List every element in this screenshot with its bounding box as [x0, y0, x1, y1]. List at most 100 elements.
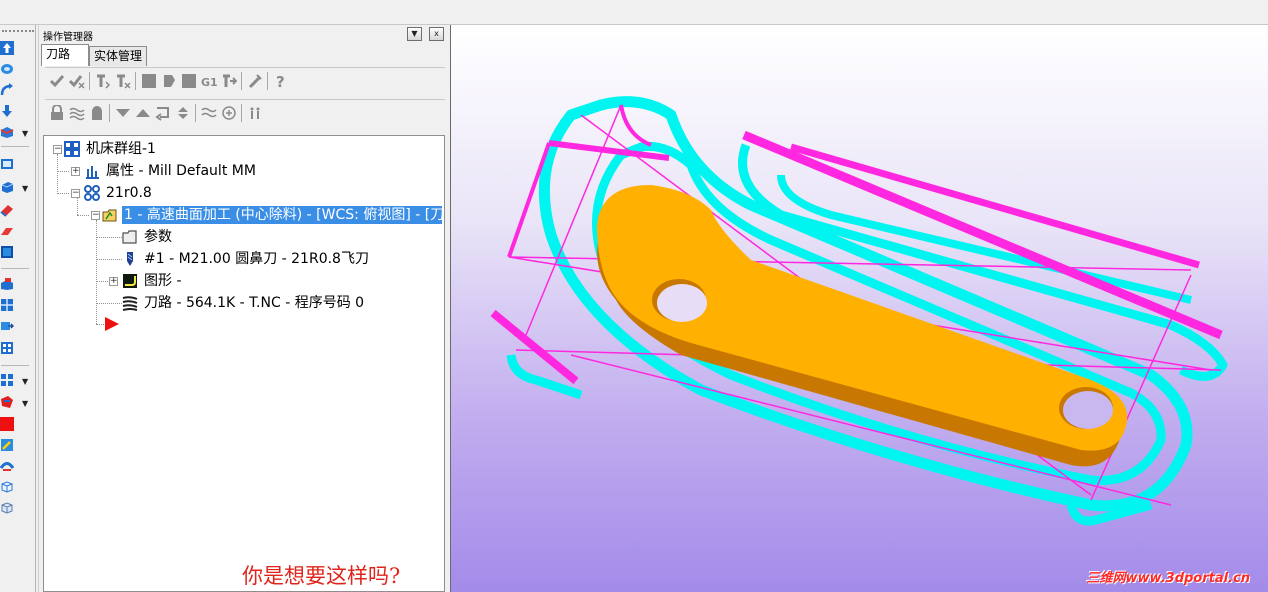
move-view-icon[interactable]	[0, 319, 14, 333]
solid-shape-icon[interactable]	[0, 125, 14, 139]
cube-view-icon[interactable]	[0, 180, 14, 194]
move-down-icon[interactable]	[115, 105, 131, 121]
dropdown-arrow-icon[interactable]: ▼	[22, 184, 28, 193]
expand-icon[interactable]	[175, 105, 191, 121]
tree-item-geometry[interactable]: 图形 -	[144, 272, 182, 290]
tree-connector	[77, 215, 89, 216]
tree-connector	[57, 171, 69, 172]
red-shape-icon[interactable]	[0, 395, 14, 409]
toolpath-toolbar-row2	[45, 99, 445, 125]
tree-connector	[96, 281, 108, 282]
post-output-icon[interactable]	[221, 73, 237, 89]
regenerate-dirty-icon[interactable]	[115, 73, 131, 89]
toolpath-3d-view	[490, 96, 1228, 526]
lock-post-icon[interactable]	[89, 105, 105, 121]
collapse-icon[interactable]	[221, 105, 237, 121]
dropdown-arrow-icon[interactable]: ▼	[22, 399, 28, 408]
tree-connector	[96, 259, 122, 260]
move-up-icon[interactable]	[135, 105, 151, 121]
toolpath-group-icon	[84, 185, 100, 201]
folder-icon	[122, 230, 137, 244]
tab-solids[interactable]: 实体管理	[89, 46, 147, 66]
separator	[195, 104, 196, 122]
panel-close-button[interactable]: x	[429, 27, 444, 41]
collapse-toggle[interactable]: −	[91, 211, 100, 220]
view-box-icon[interactable]	[0, 245, 14, 259]
select-all-dirty-ops-icon[interactable]	[69, 73, 85, 89]
hidden-line-cube-icon[interactable]	[0, 501, 14, 515]
cad-window: { "panel": { "title": "操作管理器", "dropdown…	[0, 0, 1268, 592]
grid-layout-icon[interactable]	[0, 298, 14, 312]
red-plane-icon[interactable]	[0, 203, 14, 217]
tree-item-tool[interactable]: #1 - M21.00 圆鼻刀 - 21R0.8飞刀	[144, 250, 369, 268]
tree-connector	[96, 220, 97, 324]
top-strip	[0, 0, 1268, 25]
insert-arrow-icon[interactable]	[155, 105, 171, 121]
simulate-icon[interactable]	[181, 73, 197, 89]
svg-text:?: ?	[276, 73, 285, 89]
tab-toolpaths[interactable]: 刀路	[41, 44, 89, 66]
color-swatch-icon[interactable]	[0, 417, 14, 431]
tree-item-machine-group[interactable]: 机床群组-1	[86, 140, 156, 158]
toolbar-grip[interactable]	[2, 30, 34, 32]
separator	[241, 72, 242, 90]
dropdown-arrow-icon[interactable]: ▼	[22, 377, 28, 386]
window-view-icon[interactable]	[0, 157, 14, 171]
extra-icon[interactable]	[247, 105, 263, 121]
collapse-toggle[interactable]: −	[71, 189, 80, 198]
tree-item-properties[interactable]: 属性 - Mill Default MM	[106, 162, 256, 180]
operation-folder-icon	[102, 209, 117, 222]
arc-arrow-icon[interactable]	[0, 83, 14, 97]
panel-tabs: 刀路 实体管理	[39, 44, 451, 66]
help-icon[interactable]: ?	[273, 73, 289, 89]
tool-icon	[127, 252, 133, 266]
panel-menu-button[interactable]: ▼	[407, 27, 422, 41]
graphics-viewport[interactable]: 三维网www.3dportal.cn	[450, 25, 1268, 592]
dropdown-arrow-icon[interactable]: ▼	[22, 129, 28, 138]
annotation-text: 你是想要这样吗?	[242, 564, 401, 588]
operations-manager-panel: 操作管理器 ▼ x 刀路 实体管理 G1 ? − 机床群组-1 + 属性 - M…	[38, 25, 451, 592]
g1-post-icon[interactable]: G1	[201, 73, 217, 89]
separator	[1, 268, 29, 269]
separator	[89, 72, 90, 90]
properties-icon	[86, 166, 99, 179]
tree-item-toolpath[interactable]: 刀路 - 564.1K - T.NC - 程序号码 0	[144, 294, 364, 312]
lock-icon[interactable]	[49, 105, 65, 121]
only-display-icon[interactable]	[201, 105, 217, 121]
wireframe-cube-icon[interactable]	[0, 480, 14, 494]
boundary-bottom-left	[490, 309, 579, 385]
tree-item-parameters[interactable]: 参数	[144, 228, 172, 246]
layers-grid-icon[interactable]	[0, 373, 14, 387]
machine-group-icon	[64, 141, 80, 157]
expand-toggle[interactable]: +	[109, 277, 118, 286]
backplot-icon[interactable]	[141, 73, 157, 89]
shaded-solid-icon[interactable]	[0, 277, 14, 291]
insert-arrow-icon[interactable]	[104, 316, 120, 332]
tree-item-toolpath-group[interactable]: 21r0.8	[106, 184, 152, 202]
regenerate-icon[interactable]	[95, 73, 111, 89]
wire-shape-icon[interactable]	[0, 459, 14, 473]
rotate-view-icon[interactable]	[0, 62, 14, 76]
arrow-up-icon[interactable]	[0, 41, 14, 55]
separator	[267, 72, 268, 90]
toolpath-toolbar-row1: G1 ?	[45, 67, 445, 93]
multi-window-icon[interactable]	[0, 341, 14, 355]
tree-connector	[96, 303, 122, 304]
expand-toggle[interactable]: +	[71, 167, 80, 176]
plane-icon[interactable]	[0, 224, 14, 238]
verify-icon[interactable]	[161, 73, 177, 89]
highspeed-icon[interactable]	[247, 73, 263, 89]
pencil-icon[interactable]	[0, 438, 14, 452]
tree-connector	[57, 193, 69, 194]
collapse-toggle[interactable]: −	[53, 145, 62, 154]
tree-item-operation[interactable]: 1 - 高速曲面加工 (中心除料) - [WCS: 俯视图] - [刀具	[122, 206, 442, 224]
toggle-display-icon[interactable]	[69, 105, 85, 121]
separator	[135, 72, 136, 90]
select-all-ops-icon[interactable]	[49, 73, 65, 89]
separator	[1, 146, 29, 147]
tree-connector	[77, 198, 78, 215]
separator	[109, 104, 110, 122]
arrow-down-icon[interactable]	[0, 104, 14, 118]
boundary-arc	[619, 104, 652, 147]
toolpath-data-icon	[122, 296, 138, 311]
